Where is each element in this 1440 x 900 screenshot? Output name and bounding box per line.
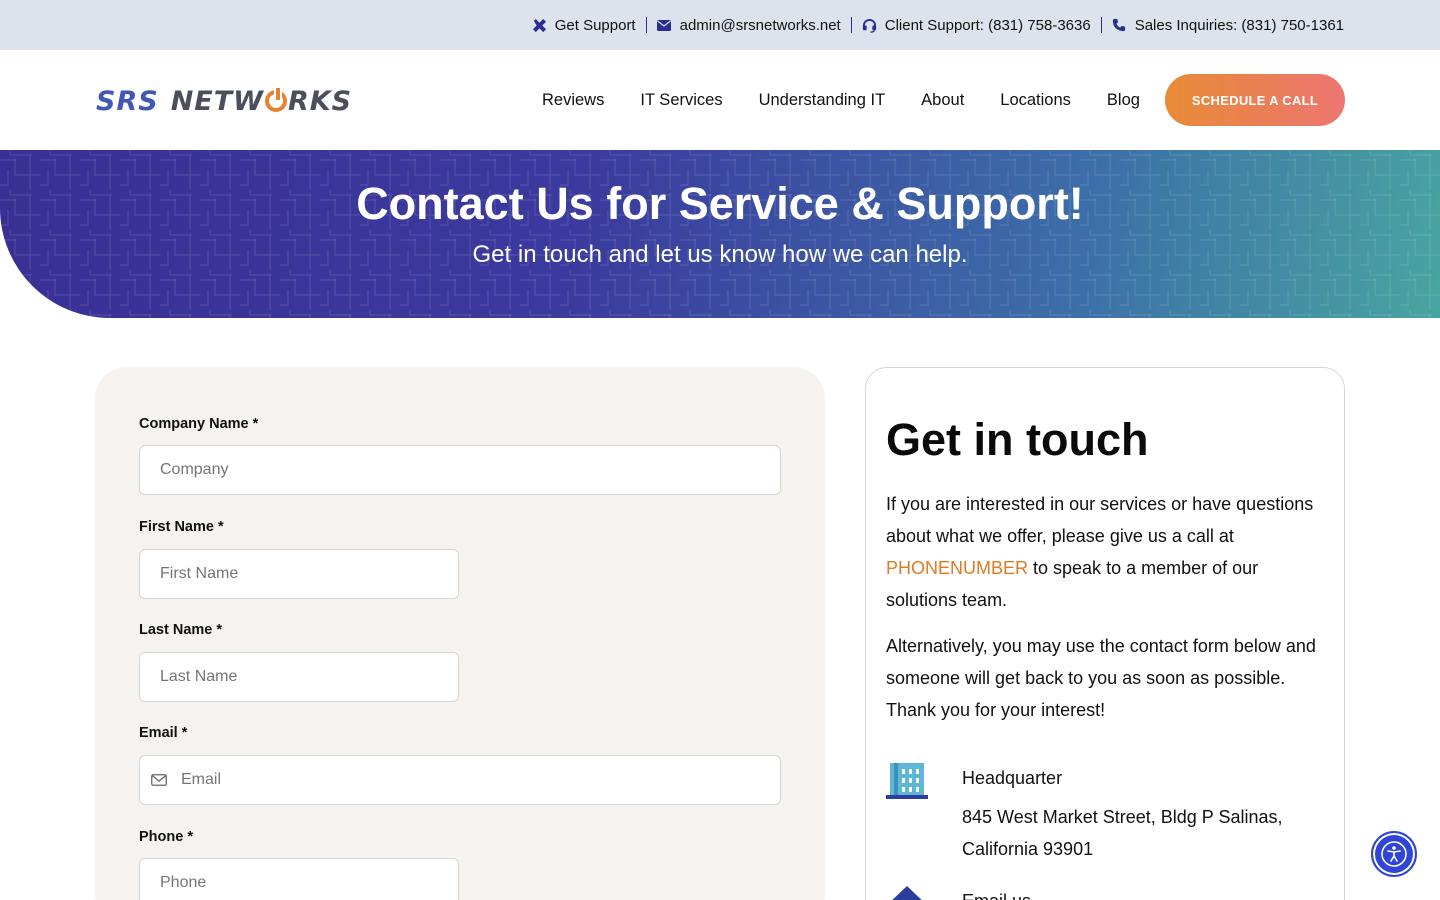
- hero-banner: Contact Us for Service & Support! Get in…: [0, 150, 1440, 318]
- headset-icon: [862, 18, 877, 33]
- contact-form: Company Name * First Name * Last Name * …: [95, 367, 825, 900]
- circuit-pattern: [0, 150, 1440, 318]
- power-icon: [264, 85, 287, 112]
- email-label: Email *: [139, 725, 188, 741]
- hero-title: Contact Us for Service & Support!: [356, 178, 1084, 229]
- logo-srs-text: SRS: [96, 85, 159, 117]
- top-bar: Get Support admin@srsnetworks.net Client…: [0, 0, 1440, 50]
- site-header: SRS NETW RKS Reviews IT Services Understa…: [0, 50, 1440, 150]
- email-input[interactable]: [139, 755, 781, 805]
- phone-input[interactable]: [139, 858, 459, 900]
- tools-icon: [532, 18, 547, 33]
- headquarter-address: 845 West Market Street, Bldg P Salinas, …: [962, 807, 1283, 859]
- logo-networks-part-a: NETW: [170, 85, 264, 117]
- sales-link[interactable]: Sales Inquiries: (831) 750-1361: [1112, 17, 1344, 34]
- email-address: admin@srsnetworks.net: [679, 16, 841, 34]
- intro-paragraph: If you are interested in our services or…: [886, 488, 1326, 616]
- accessibility-icon: [1381, 841, 1407, 867]
- divider: [645, 17, 647, 33]
- nav-about[interactable]: About: [921, 91, 964, 110]
- client-support-link[interactable]: Client Support: (831) 758-3636: [862, 17, 1091, 34]
- last-name-label: Last Name *: [139, 622, 223, 638]
- company-label: Company Name *: [139, 416, 259, 432]
- sales-label: Sales Inquiries: (831) 750-1361: [1134, 16, 1344, 34]
- email-us-title: Email us: [962, 891, 1031, 900]
- logo-networks-text: NETW RKS: [170, 85, 353, 117]
- alternative-paragraph: Alternatively, you may use the contact f…: [886, 636, 1316, 720]
- get-in-touch-title: Get in touch: [886, 414, 1149, 465]
- envelope-icon: [657, 18, 672, 33]
- get-in-touch-card: Get in touch If you are interested in ou…: [865, 367, 1345, 900]
- client-support-label: Client Support: (831) 758-3636: [884, 16, 1091, 34]
- get-support-label: Get Support: [554, 16, 636, 34]
- envelope-open-icon: [892, 886, 922, 900]
- nav-understanding-it[interactable]: Understanding IT: [759, 91, 886, 110]
- nav-it-services[interactable]: IT Services: [640, 91, 722, 110]
- intro-text-a: If you are interested in our services or…: [886, 494, 1314, 546]
- phone-number-link[interactable]: PHONENUMBER: [886, 558, 1028, 578]
- get-support-link[interactable]: Get Support: [532, 17, 636, 34]
- nav-locations[interactable]: Locations: [1000, 91, 1071, 110]
- logo-networks-part-b: RKS: [287, 85, 353, 117]
- company-input[interactable]: [139, 445, 781, 495]
- main-nav: Reviews IT Services Understanding IT Abo…: [542, 50, 1140, 150]
- logo[interactable]: SRS NETW RKS: [96, 85, 353, 117]
- divider: [1100, 17, 1102, 33]
- last-name-input[interactable]: [139, 652, 459, 702]
- schedule-call-button[interactable]: SCHEDULE A CALL: [1165, 74, 1345, 126]
- envelope-icon: [151, 774, 167, 786]
- top-bar-links: Get Support admin@srsnetworks.net Client…: [532, 0, 1344, 50]
- accessibility-button[interactable]: [1371, 831, 1417, 877]
- first-name-input[interactable]: [139, 549, 459, 599]
- building-icon: [886, 763, 928, 799]
- email-link[interactable]: admin@srsnetworks.net: [657, 17, 841, 34]
- headquarter-title: Headquarter: [962, 768, 1063, 788]
- phone-label: Phone *: [139, 829, 193, 845]
- divider: [850, 17, 852, 33]
- phone-icon: [1112, 18, 1127, 33]
- first-name-label: First Name *: [139, 519, 224, 535]
- nav-reviews[interactable]: Reviews: [542, 91, 604, 110]
- hero-subtitle: Get in touch and let us know how we can …: [472, 241, 968, 268]
- nav-blog[interactable]: Blog: [1107, 91, 1140, 110]
